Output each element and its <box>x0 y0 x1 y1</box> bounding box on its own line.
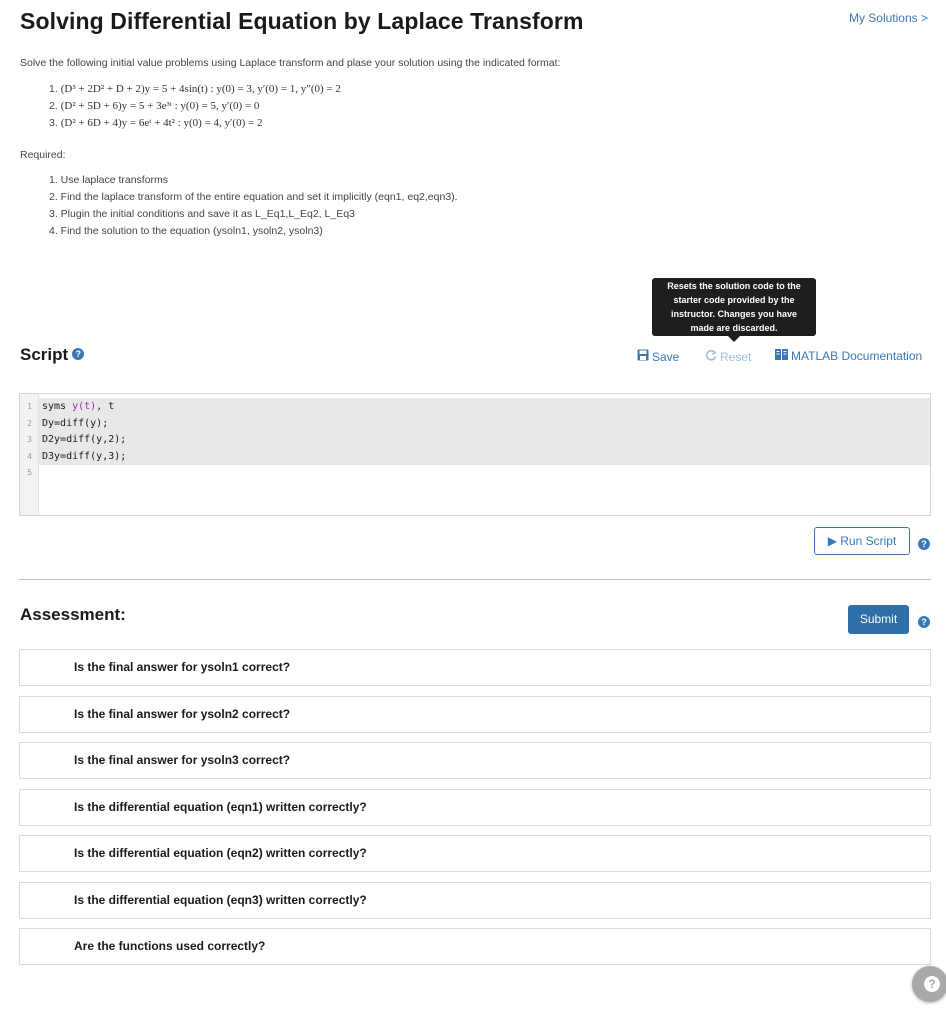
assessment-heading: Assessment: <box>20 605 126 624</box>
book-icon <box>775 348 788 363</box>
assessment-item[interactable]: Is the final answer for ysoln3 correct? <box>19 742 931 779</box>
code-line[interactable]: 2 Dy=diff(y); <box>20 416 108 433</box>
section-divider <box>19 579 931 580</box>
problem-list: 1. (D³ + 2D² + D + 2)y = 5 + 4sin(t) : y(… <box>49 81 341 132</box>
assessment-item[interactable]: Is the final answer for ysoln2 correct? <box>19 696 931 733</box>
assessment-item[interactable]: Is the final answer for ysoln1 correct? <box>19 649 931 686</box>
docs-label: MATLAB Documentation <box>791 349 923 363</box>
matlab-documentation-link[interactable]: MATLAB Documentation <box>775 348 923 364</box>
required-item: 4. Find the solution to the equation (ys… <box>49 225 323 237</box>
reset-icon <box>705 349 717 364</box>
run-help-icon[interactable]: ? <box>918 535 930 553</box>
code-line[interactable]: 1 syms y(t), t <box>20 399 114 416</box>
run-script-button[interactable]: ▶ Run Script <box>814 527 910 555</box>
problem-item: 1. (D³ + 2D² + D + 2)y = 5 + 4sin(t) : y(… <box>49 83 341 95</box>
required-item: 2. Find the laplace transform of the ent… <box>49 191 458 203</box>
submit-help-icon[interactable]: ? <box>918 613 930 631</box>
problem-item: 2. (D² + 5D + 6)y = 5 + 3e³ᵗ : y(0) = 5, … <box>49 100 260 112</box>
assessment-item[interactable]: Is the differential equation (eqn1) writ… <box>19 789 931 826</box>
required-label: Required: <box>20 149 66 161</box>
reset-label: Reset <box>720 350 752 364</box>
save-button[interactable]: Save <box>637 349 680 365</box>
save-label: Save <box>652 350 680 364</box>
assessment-item[interactable]: Is the differential equation (eqn3) writ… <box>19 882 931 919</box>
code-line[interactable]: 3 D2y=diff(y,2); <box>20 432 126 449</box>
problem-item: 3. (D² + 6D + 4)y = 6eᵗ + 4t² : y(0) = 4,… <box>49 117 263 129</box>
page-title: Solving Differential Equation by Laplace… <box>20 8 584 34</box>
reset-tooltip: Resets the solution code to the starter … <box>652 278 816 342</box>
my-solutions-link[interactable]: My Solutions > <box>849 11 928 25</box>
save-icon <box>637 349 649 364</box>
problem-intro: Solve the following initial value proble… <box>20 57 561 69</box>
floating-help-button[interactable]: ? <box>912 966 946 1002</box>
assessment-item[interactable]: Are the functions used correctly? <box>19 928 931 965</box>
question-icon: ? <box>924 976 940 992</box>
code-line[interactable]: 4 D3y=diff(y,3); <box>20 449 126 466</box>
code-line[interactable]: 5 <box>20 465 42 482</box>
submit-button[interactable]: Submit <box>848 605 909 634</box>
script-heading: Script? <box>20 345 85 365</box>
reset-button[interactable]: Reset <box>705 350 751 365</box>
code-editor[interactable]: 1 syms y(t), t 2 Dy=diff(y); 3 D2y=diff(y,2… <box>19 393 931 516</box>
code-highlight <box>39 398 930 465</box>
required-item: 3. Plugin the initial conditions and sav… <box>49 208 355 220</box>
required-list: 1. Use laplace transforms 2. Find the la… <box>49 172 458 240</box>
required-item: 1. Use laplace transforms <box>49 174 169 186</box>
assessment-item[interactable]: Is the differential equation (eqn2) writ… <box>19 835 931 872</box>
script-help-icon[interactable]: ? <box>72 347 85 360</box>
